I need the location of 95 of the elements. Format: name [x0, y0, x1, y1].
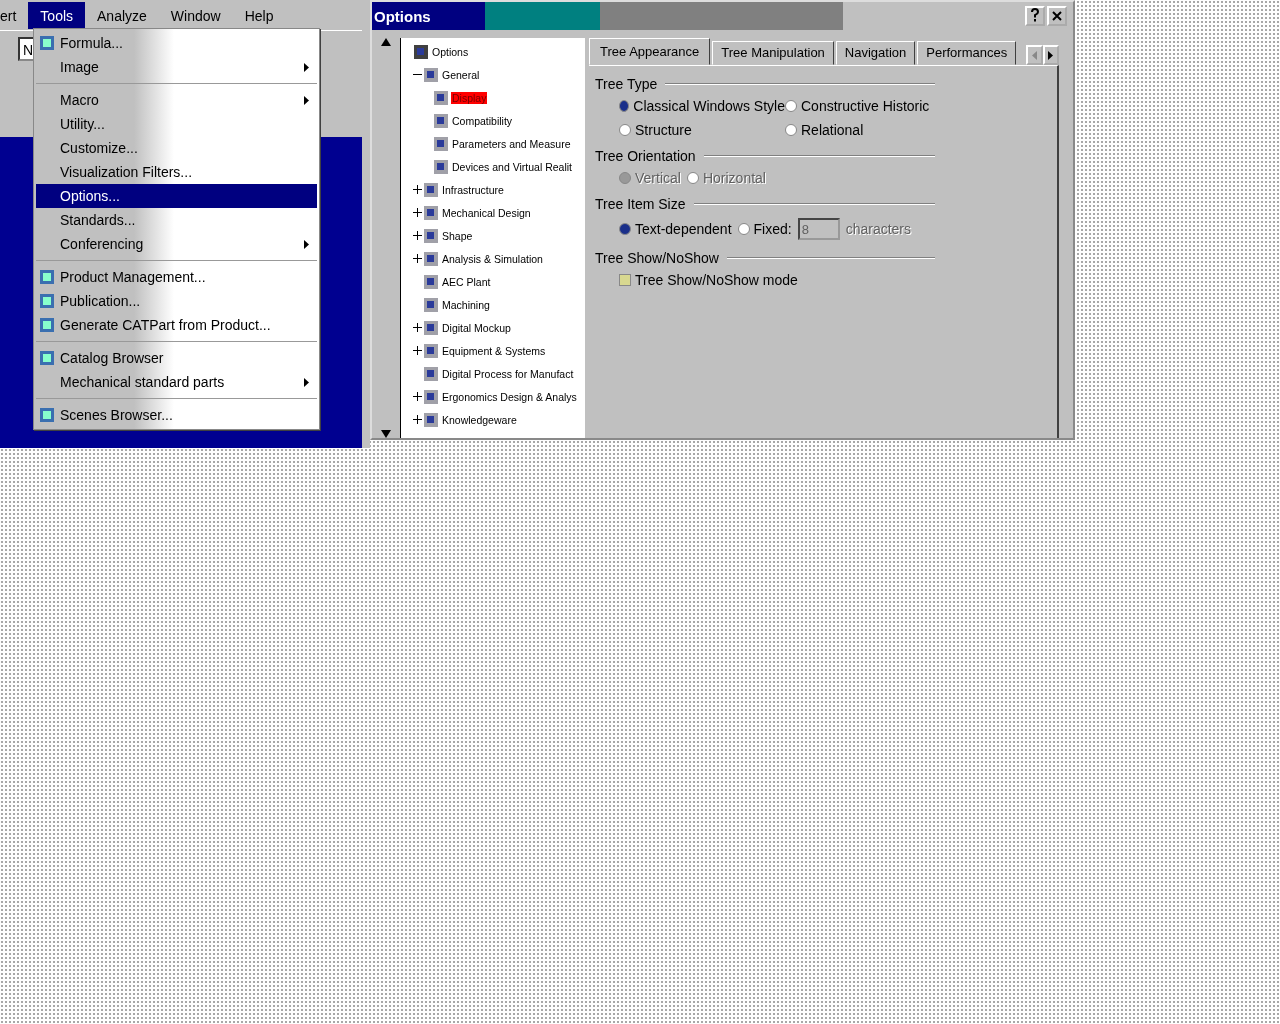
tree-item[interactable]: Devices and Virtual Realit	[451, 160, 574, 173]
menu-title[interactable]: ert	[0, 1, 29, 29]
window-title: Options	[373, 7, 431, 25]
menu-item[interactable]: Mechanical standard parts	[36, 370, 317, 394]
radio-option[interactable]: Structure	[619, 122, 785, 138]
expand-icon[interactable]	[412, 392, 422, 401]
node-icon	[423, 250, 439, 267]
menu-title[interactable]: Window	[158, 1, 233, 29]
tree-item[interactable]: Options	[431, 45, 470, 58]
node-icon	[423, 273, 439, 290]
node-icon	[423, 365, 439, 382]
tree-item[interactable]: Mechanical Design	[441, 206, 532, 219]
node-icon	[423, 411, 439, 428]
menu-item[interactable]: Standards...	[36, 208, 317, 232]
node-icon	[433, 158, 449, 175]
tree-item[interactable]: Analysis & Simulation	[441, 252, 544, 265]
node-icon	[433, 89, 449, 106]
radio-option[interactable]: Relational	[785, 122, 1057, 138]
expand-icon[interactable]	[412, 185, 422, 194]
help-button[interactable]	[1025, 6, 1045, 26]
tool-icon	[38, 292, 56, 310]
expand-icon[interactable]	[412, 346, 422, 355]
tree-item[interactable]: Machining	[441, 298, 491, 311]
expand-icon[interactable]	[412, 208, 422, 217]
expand-icon[interactable]	[412, 323, 422, 332]
submenu-arrow-icon	[304, 62, 309, 72]
menu-item[interactable]: Conferencing	[36, 232, 317, 256]
menu-title[interactable]: Help	[232, 1, 286, 29]
tree-item[interactable]: Ergonomics Design & Analys	[441, 390, 578, 403]
tab[interactable]: Tree Appearance	[589, 38, 711, 65]
radio-option[interactable]: Text-dependent	[619, 221, 732, 237]
radio-option[interactable]: Classical Windows Style	[619, 98, 785, 114]
tool-icon	[38, 349, 56, 367]
section-title: Tree Type	[595, 76, 658, 92]
menu-item[interactable]: Catalog Browser	[36, 346, 317, 370]
node-icon	[433, 112, 449, 129]
left-arrow-icon	[1031, 50, 1037, 60]
menu-item[interactable]: Customize...	[36, 136, 317, 160]
menu-item[interactable]: Scenes Browser...	[36, 403, 317, 427]
tree-item[interactable]: Knowledgeware	[441, 413, 518, 426]
tree-item[interactable]: AEC Plant	[441, 275, 492, 288]
tree-item[interactable]: Digital Mockup	[441, 321, 512, 334]
help-icon	[1030, 8, 1040, 22]
close-button[interactable]	[1047, 6, 1067, 26]
node-icon	[413, 43, 429, 60]
tree-item[interactable]: Digital Process for Manufact	[441, 367, 575, 380]
menu-item[interactable]: Macro	[36, 88, 317, 112]
scroll-down-icon[interactable]	[381, 430, 391, 438]
node-icon	[423, 342, 439, 359]
tab[interactable]: Tree Manipulation	[712, 41, 834, 65]
tool-icon	[38, 316, 56, 334]
submenu-arrow-icon	[304, 377, 309, 387]
submenu-arrow-icon	[304, 95, 309, 105]
tree-item[interactable]: Infrastructure	[441, 183, 505, 196]
menu-item[interactable]: Image	[36, 55, 317, 79]
right-arrow-icon	[1048, 50, 1054, 60]
node-icon	[423, 181, 439, 198]
node-icon	[423, 204, 439, 221]
node-icon	[423, 296, 439, 313]
node-icon	[423, 66, 439, 83]
menu-title[interactable]: Tools	[28, 1, 86, 29]
menu-item[interactable]: Formula...	[36, 31, 317, 55]
tool-icon	[38, 268, 56, 286]
tab[interactable]: Performances	[917, 41, 1017, 65]
tab[interactable]: Navigation	[835, 41, 916, 65]
section-title: Tree Orientation	[595, 148, 696, 164]
node-icon	[423, 388, 439, 405]
menu-item[interactable]: Generate CATPart from Product...	[36, 313, 317, 337]
scroll-up-icon[interactable]	[381, 38, 391, 46]
menu-item[interactable]: Utility...	[36, 112, 317, 136]
radio-option[interactable]: Fixed:	[737, 221, 792, 237]
section-title: Tree Show/NoShow	[595, 250, 719, 266]
section-title: Tree Item Size	[595, 196, 686, 212]
node-icon	[423, 227, 439, 244]
tree-item[interactable]: Shape	[441, 229, 474, 242]
tree-item[interactable]: Parameters and Measure	[451, 137, 572, 150]
close-icon	[1052, 11, 1062, 21]
menu-item[interactable]: Options...	[36, 184, 317, 208]
node-icon	[433, 135, 449, 152]
tree-item[interactable]: Equipment & Systems	[441, 344, 547, 357]
expand-icon[interactable]	[412, 415, 422, 424]
expand-icon[interactable]	[412, 231, 422, 240]
tool-icon	[38, 34, 56, 52]
expand-icon[interactable]	[412, 254, 422, 263]
node-icon	[423, 319, 439, 336]
menu-title[interactable]: Analyze	[85, 1, 159, 29]
unit-label: characters	[845, 221, 911, 237]
menu-item[interactable]: Visualization Filters...	[36, 160, 317, 184]
menu-item[interactable]: Product Management...	[36, 265, 317, 289]
tool-icon	[38, 406, 56, 424]
radio-option[interactable]: Constructive Historic	[785, 98, 1057, 114]
submenu-arrow-icon	[304, 239, 309, 249]
menu-item[interactable]: Publication...	[36, 289, 317, 313]
tree-item[interactable]: General	[441, 68, 481, 81]
tree-item[interactable]: Compatibility	[451, 114, 514, 127]
